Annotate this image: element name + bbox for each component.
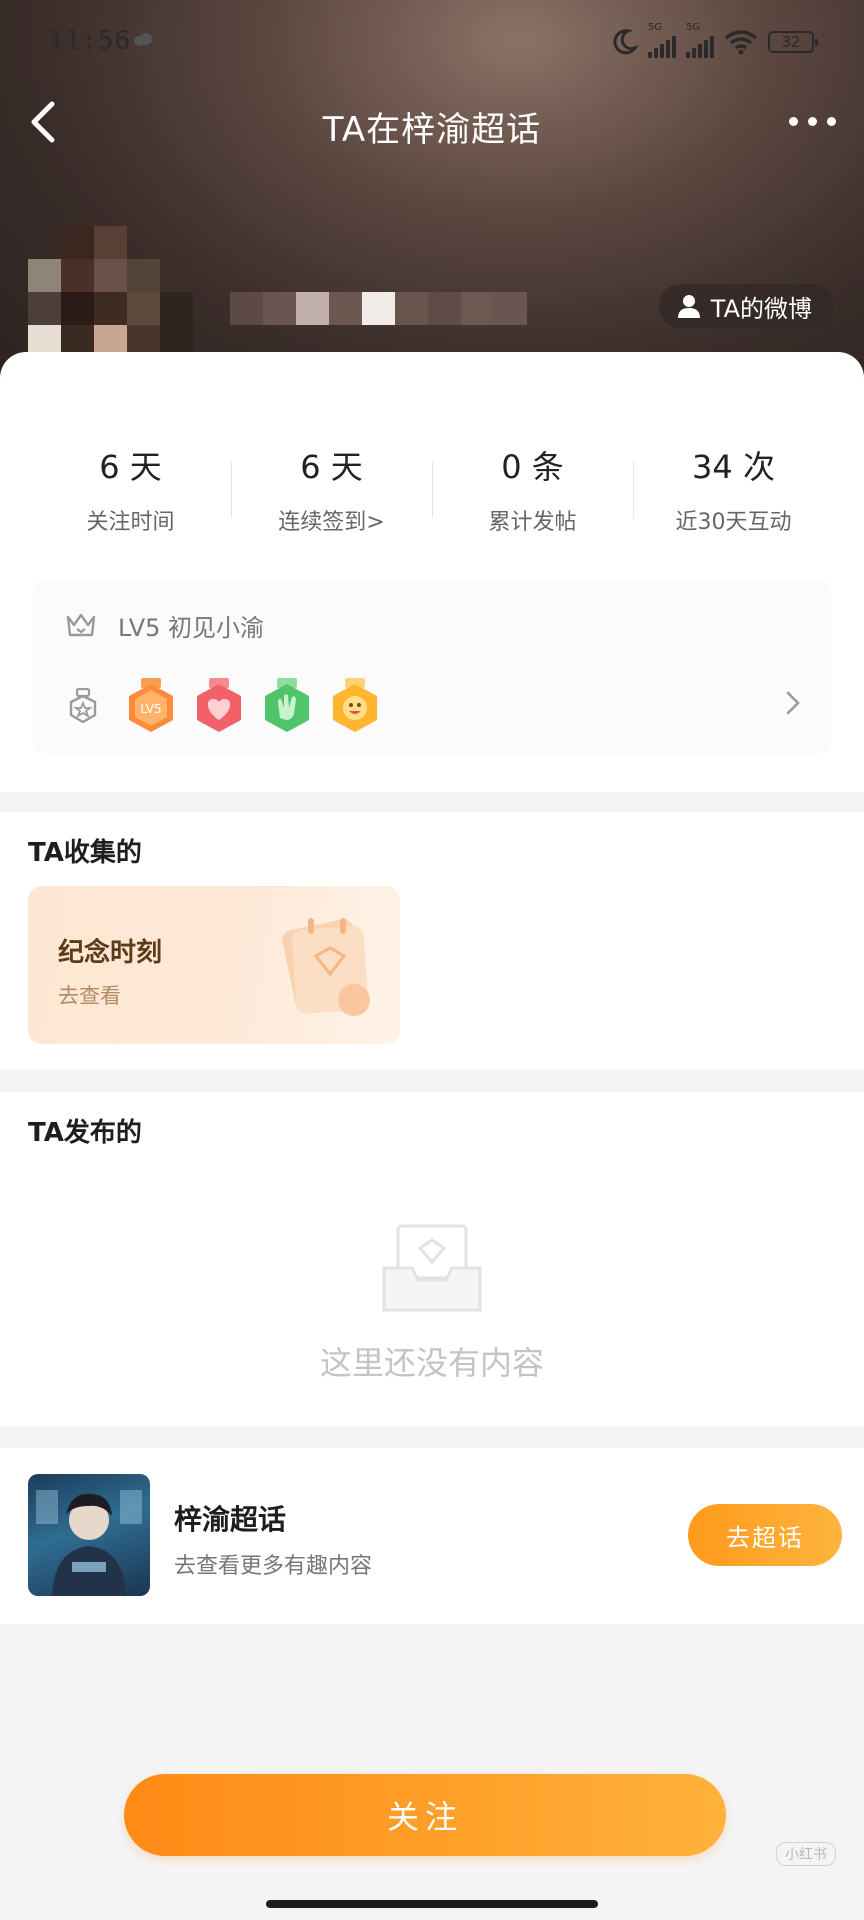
- stat-label: 近30天互动: [675, 510, 792, 535]
- lv5-badge-label: LV5: [140, 702, 161, 716]
- collected-heading: TA收集的: [28, 838, 142, 868]
- empty-box-icon: [382, 1224, 482, 1312]
- level-text: LV5 初见小渝: [118, 614, 265, 642]
- moment-card-title: 纪念时刻: [58, 938, 163, 968]
- section-divider: [0, 1070, 864, 1092]
- stat-value: 0 条: [501, 448, 564, 486]
- heart-badge-icon[interactable]: [194, 678, 244, 734]
- section-divider: [0, 1426, 864, 1448]
- status-icons: 5G 5G 32: [610, 22, 818, 62]
- profile-header: 11:56 5G 5G 32 TA在梓渝超话 TA的微博: [0, 0, 864, 400]
- stat-follow-time: 6 天 关注时间: [30, 442, 231, 536]
- page-title: TA在梓渝超话: [322, 110, 542, 150]
- chevron-right-icon[interactable]: [784, 690, 802, 716]
- stat-label[interactable]: 连续签到>: [231, 504, 432, 536]
- level-card[interactable]: LV5 初见小渝 LV5: [32, 580, 832, 754]
- go-to-supertopic-button[interactable]: 去超话: [688, 1504, 842, 1566]
- signal-icon-2: 5G: [686, 22, 714, 58]
- wifi-icon: [724, 30, 758, 55]
- stat-value: 6 天: [300, 448, 363, 486]
- stat-label: 关注时间: [86, 510, 175, 535]
- memorial-moment-card[interactable]: 纪念时刻 去查看: [28, 886, 400, 1044]
- watermark-label: 小红书: [776, 1842, 836, 1866]
- medal-icon: [69, 688, 97, 724]
- network-type-2: 5G: [686, 22, 701, 33]
- community-section: 梓渝超话 去查看更多有趣内容 去超话: [0, 1448, 864, 1624]
- crown-icon: [66, 613, 96, 636]
- moon-icon: [613, 29, 638, 55]
- empty-state-text: 这里还没有内容: [319, 1344, 544, 1382]
- status-time: 11:56: [48, 26, 132, 56]
- nav-bar: TA在梓渝超话: [0, 90, 864, 160]
- clap-badge-icon[interactable]: [262, 678, 312, 734]
- section-divider: [0, 792, 864, 812]
- signal-icon-1: 5G: [648, 22, 676, 58]
- stat-interactions: 34 次 近30天互动: [633, 442, 834, 536]
- more-options-icon[interactable]: [782, 106, 842, 136]
- emoji-badge-icon[interactable]: [330, 678, 380, 734]
- posts-heading: TA发布的: [28, 1118, 142, 1148]
- person-icon: [677, 295, 700, 318]
- home-indicator[interactable]: [266, 1900, 598, 1908]
- ta-weibo-label: TA的微博: [710, 294, 812, 323]
- profile-card: 6 天 关注时间 6 天 连续签到> 0 条 累计发帖 34 次 近30天互动 …: [0, 352, 864, 792]
- nickname-mosaic: [230, 292, 527, 325]
- stats-row: 6 天 关注时间 6 天 连续签到> 0 条 累计发帖 34 次 近30天互动: [30, 442, 834, 536]
- stat-checkin-streak[interactable]: 6 天 连续签到>: [231, 442, 432, 536]
- community-description: 去查看更多有趣内容: [174, 1554, 373, 1579]
- stat-total-posts: 0 条 累计发帖: [432, 442, 633, 536]
- follow-button[interactable]: 关注: [124, 1774, 726, 1856]
- status-bar: 11:56 5G 5G 32: [0, 0, 864, 80]
- calendar-icon: [282, 918, 370, 1016]
- battery-icon: 32: [768, 31, 818, 53]
- lv5-badge-icon[interactable]: LV5: [126, 678, 176, 734]
- community-name: 梓渝超话: [174, 1503, 287, 1536]
- network-type-1: 5G: [648, 22, 663, 33]
- level-row: LV5 初见小渝: [66, 608, 264, 643]
- cover-portrait-icon: [36, 1490, 142, 1596]
- badge-row: LV5: [68, 678, 398, 734]
- ta-weibo-button[interactable]: TA的微博: [658, 284, 834, 328]
- stat-value: 6 天: [99, 448, 162, 486]
- moment-card-link[interactable]: 去查看: [58, 980, 121, 1010]
- battery-level: 32: [781, 33, 801, 51]
- stat-value: 34 次: [692, 448, 775, 486]
- stat-label: 累计发帖: [488, 510, 577, 535]
- posts-section: TA发布的 这里还没有内容: [0, 1092, 864, 1426]
- cloud-icon: [134, 33, 152, 46]
- collected-section: TA收集的 纪念时刻 去查看: [0, 812, 864, 1070]
- community-cover-image[interactable]: [28, 1474, 150, 1596]
